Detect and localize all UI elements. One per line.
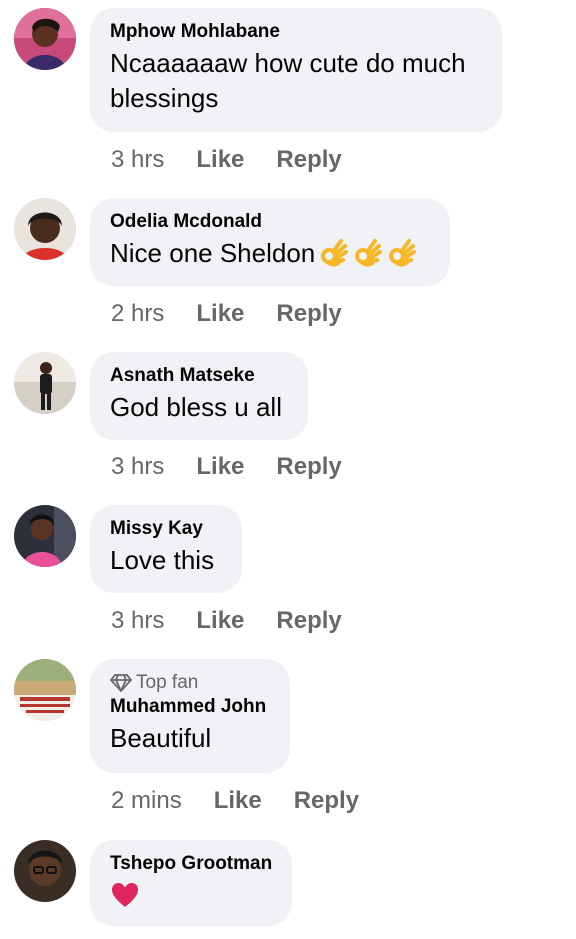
commenter-name[interactable]: Missy Kay bbox=[110, 517, 222, 541]
ok-hand-emoji bbox=[353, 238, 383, 268]
avatar-photo bbox=[14, 840, 76, 902]
avatar-photo bbox=[14, 659, 76, 721]
comment-actions: 3 hrs Like Reply bbox=[111, 145, 342, 175]
commenter-name[interactable]: Mphow Mohlabane bbox=[110, 20, 482, 44]
comment-time: 2 mins bbox=[111, 787, 182, 814]
commenter-name[interactable]: Tshepo Grootman bbox=[110, 852, 272, 876]
comment-text: Love this bbox=[110, 545, 215, 575]
comment-text: God bless u all bbox=[110, 392, 282, 422]
avatar[interactable] bbox=[14, 352, 76, 414]
comment-time: 3 hrs bbox=[111, 607, 165, 634]
comment-actions: 3 hrs Like Reply bbox=[111, 606, 342, 636]
comment-bubble: Odelia Mcdonald Nice one Sheldon bbox=[90, 198, 450, 286]
comment-time: 3 hrs bbox=[111, 146, 165, 173]
avatar-photo bbox=[14, 352, 76, 414]
comment-actions: 2 hrs Like Reply bbox=[111, 299, 342, 329]
comment-actions: 3 hrs Like Reply bbox=[111, 452, 342, 482]
comment-text: Beautiful bbox=[110, 723, 212, 753]
comment-bubble: Mphow Mohlabane Ncaaaaaaw how cute do mu… bbox=[90, 8, 502, 132]
comment-bubble: Asnath Matseke God bless u all bbox=[90, 352, 308, 440]
avatar[interactable] bbox=[14, 8, 76, 70]
avatar-photo bbox=[14, 505, 76, 567]
comment-text: Nice one Sheldon bbox=[110, 236, 430, 271]
commenter-name[interactable]: Odelia Mcdonald bbox=[110, 210, 430, 234]
red-heart-emoji bbox=[110, 880, 140, 910]
avatar[interactable] bbox=[14, 505, 76, 567]
like-button[interactable]: Like bbox=[214, 786, 262, 816]
avatar[interactable] bbox=[14, 659, 76, 721]
comment-bubble: Tshepo Grootman bbox=[90, 840, 292, 926]
top-fan-label: Top fan bbox=[136, 672, 199, 693]
avatar[interactable] bbox=[14, 840, 76, 902]
avatar-photo bbox=[14, 8, 76, 70]
comment-text-content: Nice one Sheldon bbox=[110, 238, 316, 268]
reply-button[interactable]: Reply bbox=[294, 786, 359, 816]
ok-hand-emoji bbox=[319, 238, 349, 268]
comment-time: 2 hrs bbox=[111, 300, 165, 327]
avatar-photo bbox=[14, 198, 76, 260]
reply-button[interactable]: Reply bbox=[276, 606, 341, 636]
reply-button[interactable]: Reply bbox=[276, 299, 341, 329]
ok-hand-emoji bbox=[387, 238, 417, 268]
top-fan-badge: Top fan bbox=[110, 671, 270, 695]
avatar[interactable] bbox=[14, 198, 76, 260]
like-button[interactable]: Like bbox=[196, 452, 244, 482]
comment-bubble: Missy Kay Love this bbox=[90, 505, 242, 593]
commenter-name[interactable]: Asnath Matseke bbox=[110, 364, 288, 388]
diamond-icon bbox=[110, 673, 132, 693]
like-button[interactable]: Like bbox=[196, 299, 244, 329]
like-button[interactable]: Like bbox=[196, 145, 244, 175]
like-button[interactable]: Like bbox=[196, 606, 244, 636]
reply-button[interactable]: Reply bbox=[276, 145, 341, 175]
comment-text bbox=[110, 878, 272, 913]
comment-bubble: Top fan Muhammed John Beautiful bbox=[90, 659, 290, 773]
comment-text: Ncaaaaaaw how cute do much blessings bbox=[110, 48, 466, 113]
reply-button[interactable]: Reply bbox=[276, 452, 341, 482]
comment-time: 3 hrs bbox=[111, 453, 165, 480]
comment-actions: 2 mins Like Reply bbox=[111, 786, 359, 816]
commenter-name[interactable]: Muhammed John bbox=[110, 695, 270, 719]
